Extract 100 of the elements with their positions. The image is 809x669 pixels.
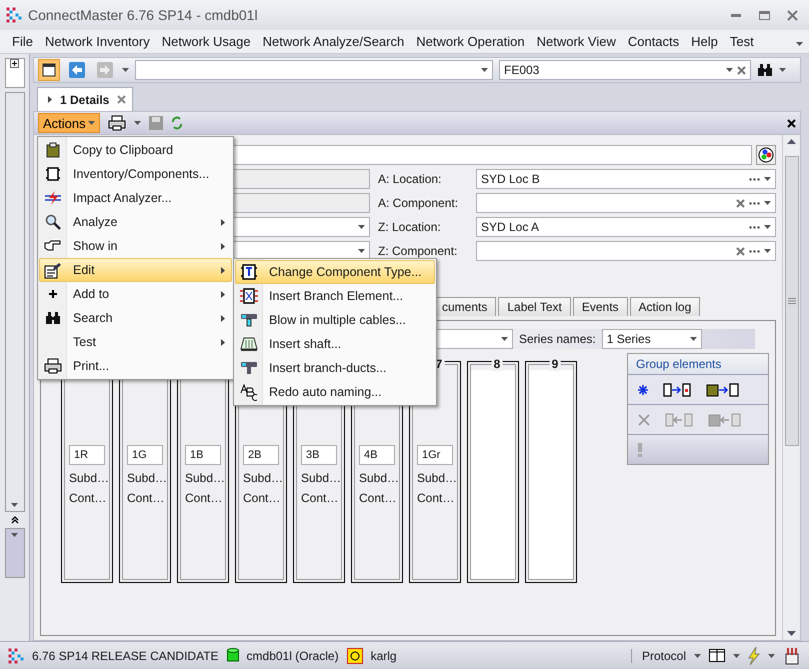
clear-icon[interactable] xyxy=(737,66,746,74)
column-text: Cont… xyxy=(359,491,396,505)
back-button[interactable] xyxy=(69,62,85,78)
delete-icon[interactable] xyxy=(638,414,650,426)
binoculars-icon[interactable] xyxy=(757,63,773,77)
component-icon xyxy=(45,166,61,182)
color-wheel-icon[interactable] xyxy=(756,145,776,165)
menu-item[interactable]: Redo auto naming... xyxy=(235,380,435,404)
column-text: Subd… xyxy=(69,471,110,485)
book-icon[interactable] xyxy=(709,649,725,662)
more-icon[interactable] xyxy=(749,178,760,180)
component-to-group-icon[interactable] xyxy=(662,382,692,396)
print-caret-icon xyxy=(134,121,141,125)
group-to-clipboard-icon[interactable] xyxy=(708,412,742,426)
column-text: Subd… xyxy=(185,471,226,485)
scroll-down-icon[interactable] xyxy=(787,631,796,636)
caret-icon xyxy=(764,201,771,205)
menu-item[interactable]: Help xyxy=(685,30,724,52)
plus-icon xyxy=(49,290,57,298)
menu-item[interactable]: Edit xyxy=(39,258,232,282)
more-icon[interactable] xyxy=(749,226,760,228)
menu-item[interactable]: Network Usage xyxy=(156,30,257,52)
detail-tab[interactable]: Action log xyxy=(630,297,700,316)
asterisk-icon[interactable] xyxy=(638,384,648,394)
clear-icon[interactable] xyxy=(736,198,745,208)
close-icon[interactable] xyxy=(787,118,796,128)
menu-item[interactable]: File xyxy=(6,30,39,52)
menu-item[interactable]: Test xyxy=(39,330,232,354)
menu-item[interactable]: Search xyxy=(39,306,232,330)
scroll-up-icon[interactable] xyxy=(787,139,796,144)
caret-icon xyxy=(764,225,771,229)
series-dropdown[interactable]: 1 Series xyxy=(602,329,702,349)
menu-item[interactable]: Network Operation xyxy=(410,30,531,52)
menu-item[interactable]: Impact Analyzer... xyxy=(39,186,232,210)
code-field[interactable]: 2B xyxy=(243,445,279,465)
menu-item[interactable]: Contacts xyxy=(622,30,686,52)
branch-element-icon xyxy=(240,288,258,304)
menu-item[interactable]: Network Analyze/Search xyxy=(256,30,410,52)
minimize-button[interactable] xyxy=(731,14,741,16)
actions-button[interactable]: Actions xyxy=(38,113,100,133)
caret-icon xyxy=(764,177,771,181)
logo-icon xyxy=(6,7,22,23)
home-button[interactable] xyxy=(38,59,60,81)
magnifier-icon xyxy=(45,214,61,230)
lightning-icon[interactable] xyxy=(748,646,760,664)
close-tab-icon[interactable] xyxy=(117,95,126,104)
more-icon[interactable] xyxy=(749,202,760,204)
caret-icon xyxy=(358,249,365,253)
clear-icon[interactable] xyxy=(736,246,745,256)
lookup-field[interactable]: SYD Loc A xyxy=(476,217,776,237)
menu-item[interactable]: Insert shaft... xyxy=(235,332,435,356)
detail-tab[interactable]: Events xyxy=(572,297,628,316)
more-icon[interactable] xyxy=(749,250,760,252)
field-label: Z: Component: xyxy=(378,244,458,258)
clipboard-to-group-icon[interactable] xyxy=(706,382,740,396)
menu-item[interactable]: Copy to Clipboard xyxy=(39,138,232,162)
menu-item[interactable]: Blow in multiple cables... xyxy=(235,308,435,332)
refresh-icon[interactable] xyxy=(170,116,183,130)
code-field[interactable]: 1G xyxy=(127,445,163,465)
menu-item[interactable]: Network Inventory xyxy=(38,30,156,52)
scrollbar[interactable] xyxy=(782,135,800,640)
protocol-menu[interactable]: Protocol xyxy=(630,648,686,662)
detail-tab[interactable]: Label Text xyxy=(498,297,571,316)
expand-icon[interactable] xyxy=(10,59,19,68)
collapse-icon[interactable] xyxy=(10,516,18,524)
lookup-field[interactable]: SYD Loc B xyxy=(476,169,776,189)
pointing-hand-icon xyxy=(44,240,62,252)
menu-item[interactable]: Insert branch-ducts... xyxy=(235,356,435,380)
window-icon xyxy=(42,63,56,77)
lookup-field[interactable] xyxy=(476,241,776,261)
group-to-component-icon[interactable] xyxy=(664,412,694,426)
code-field[interactable]: 1Gr xyxy=(417,445,453,465)
search-field[interactable]: FE003 xyxy=(499,60,751,80)
tools-icon[interactable] xyxy=(783,646,801,664)
menu-item[interactable]: Change Component Type... xyxy=(235,260,435,284)
scroll-thumb[interactable] xyxy=(784,156,798,446)
code-field[interactable]: 1R xyxy=(69,445,105,465)
code-field[interactable]: 1B xyxy=(185,445,221,465)
address-combo[interactable] xyxy=(135,60,493,80)
column-number: 9 xyxy=(550,357,560,371)
menu-item[interactable]: Insert Branch Element... xyxy=(235,284,435,308)
menu-item[interactable]: Print... xyxy=(39,354,232,378)
field-label: Z: Location: xyxy=(378,220,442,234)
side-scroll-thumb[interactable] xyxy=(4,528,24,578)
menu-item[interactable]: Add to xyxy=(39,282,232,306)
printer-icon[interactable] xyxy=(108,115,126,131)
menu-item[interactable]: Analyze xyxy=(39,210,232,234)
caret-icon xyxy=(694,654,701,658)
code-field[interactable]: 4B xyxy=(359,445,395,465)
document-tab[interactable]: 1 Details xyxy=(37,87,134,111)
menu-item[interactable]: Inventory/Components... xyxy=(39,162,232,186)
menu-item[interactable]: Show in xyxy=(39,234,232,258)
close-button[interactable] xyxy=(786,10,798,20)
printer-icon xyxy=(44,358,62,374)
column-number: 8 xyxy=(492,357,502,371)
maximize-button[interactable] xyxy=(758,10,770,20)
code-field[interactable]: 3B xyxy=(301,445,337,465)
lookup-field[interactable] xyxy=(476,193,776,213)
menu-item[interactable]: Test xyxy=(724,30,760,52)
menu-item[interactable]: Network View xyxy=(530,30,622,52)
